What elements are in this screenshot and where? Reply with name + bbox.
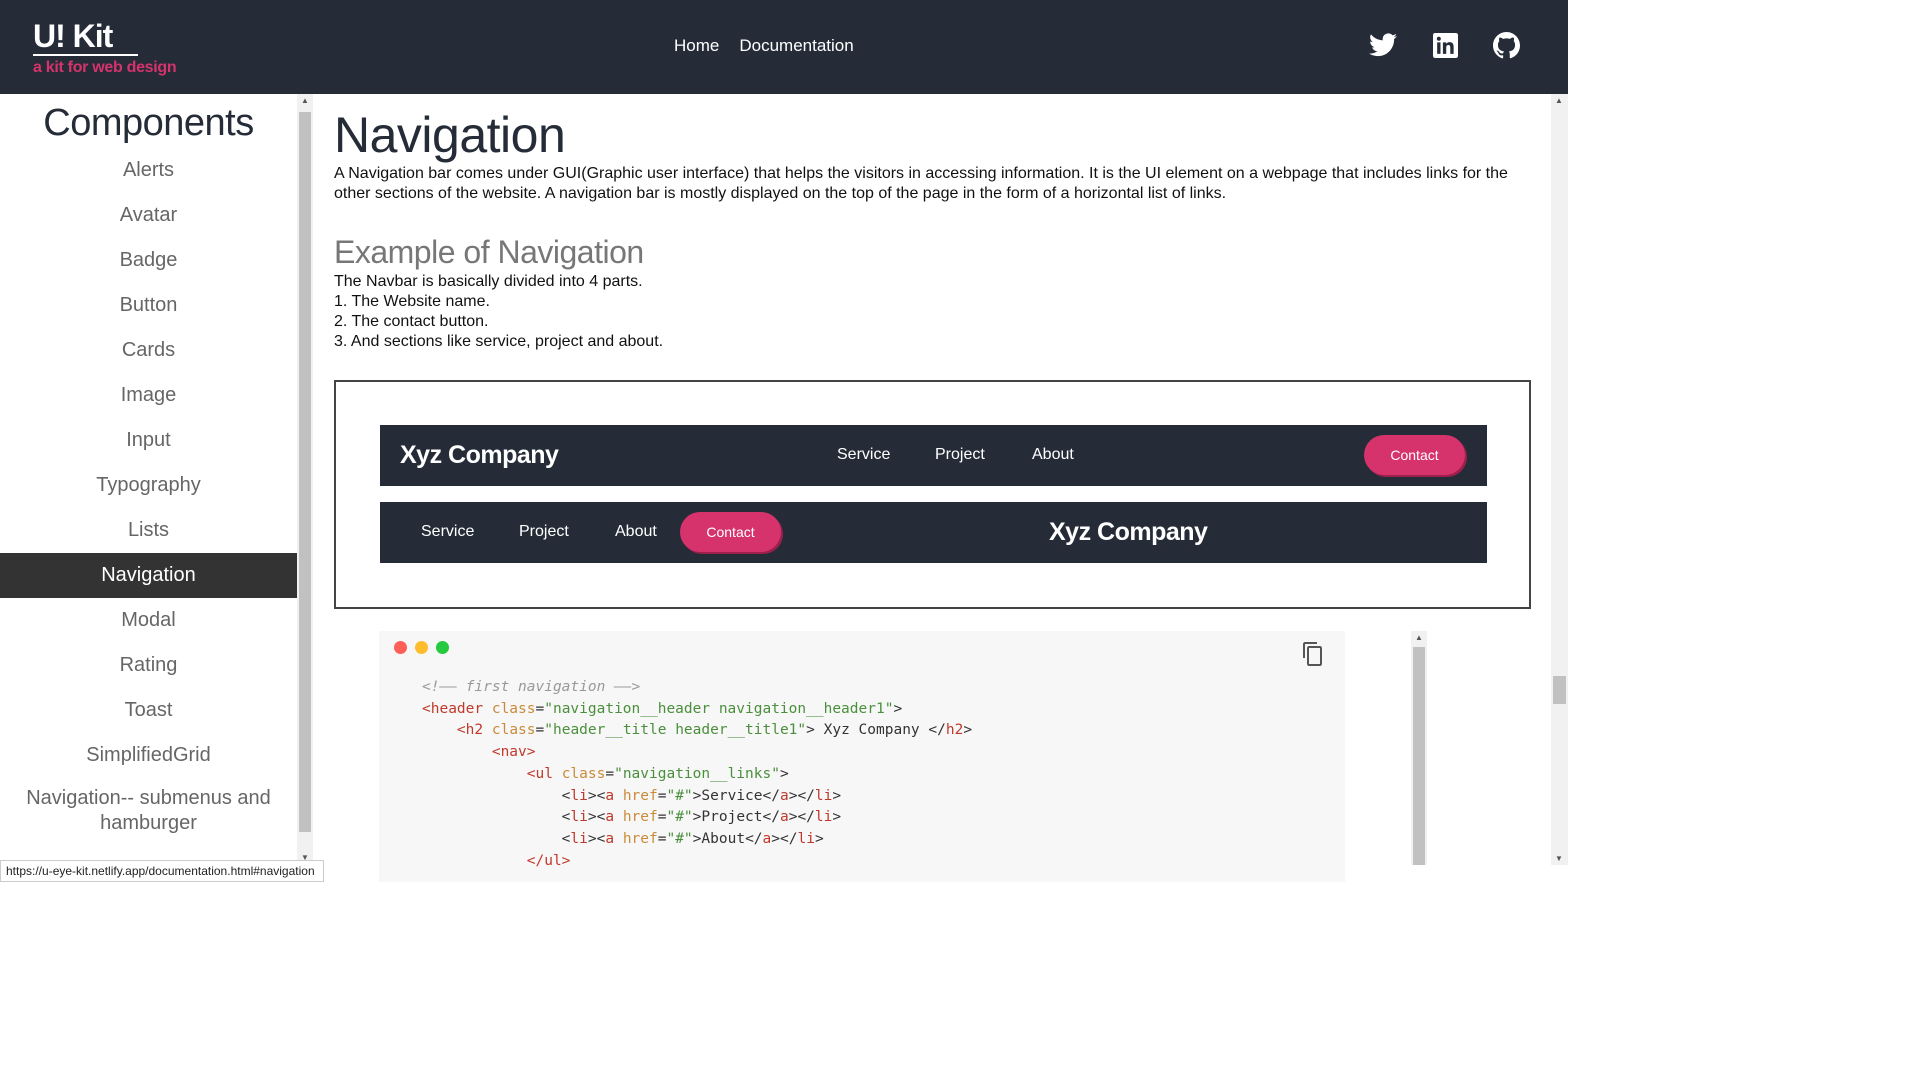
linkedin-icon[interactable]	[1433, 33, 1458, 58]
code-token: </ul>	[526, 852, 571, 869]
code-token: Service	[701, 787, 763, 804]
code-token: <ul	[526, 765, 553, 782]
code-token: "navigation__header navigation__header1"	[544, 700, 894, 717]
demo-company-name[interactable]: Xyz Company	[400, 440, 559, 470]
brand-title: U! Kit	[33, 18, 139, 56]
scroll-up-arrow-icon[interactable]: ▲	[301, 96, 309, 105]
sidebar-item-simplifiedgrid[interactable]: SimplifiedGrid	[0, 733, 297, 778]
sidebar-item-navigation[interactable]: Navigation	[0, 553, 297, 598]
brand-subtitle: a kit for web design	[33, 59, 177, 76]
code-token: class	[491, 722, 536, 739]
sidebar-item-rating[interactable]: Rating	[0, 643, 297, 688]
demo-link-service[interactable]: Service	[837, 445, 890, 465]
example-line: 2. The contact button.	[334, 313, 489, 330]
code-token: Xyz Company	[814, 722, 929, 739]
code-scroll-thumb[interactable]	[1413, 647, 1425, 865]
example-line: The Navbar is basically divided into 4 p…	[334, 273, 643, 290]
green-dot-icon	[436, 641, 449, 654]
sidebar-item-cards[interactable]: Cards	[0, 328, 297, 373]
sidebar-list: Alerts Avatar Badge Button Cards Image I…	[0, 148, 297, 838]
code-token: Project	[701, 809, 763, 826]
sidebar-item-lists[interactable]: Lists	[0, 508, 297, 553]
github-icon[interactable]	[1493, 32, 1520, 59]
code-block: <!–– first navigation ––> <header class=…	[379, 631, 1345, 882]
sidebar-title: Components	[43, 102, 254, 144]
sidebar-scrollbar[interactable]: ▲ ▼	[297, 94, 313, 864]
nav-documentation-link[interactable]: Documentation	[739, 36, 853, 56]
code-token: About	[701, 830, 746, 847]
demo-link-about[interactable]: About	[1032, 445, 1074, 465]
scroll-down-arrow-icon[interactable]: ▼	[1555, 854, 1563, 863]
page-scrollbar[interactable]: ▲ ▼	[1551, 94, 1568, 865]
scroll-up-arrow-icon[interactable]: ▲	[1415, 633, 1423, 642]
code-token: <nav>	[491, 744, 536, 761]
sidebar-item-input[interactable]: Input	[0, 418, 297, 463]
code-token: "navigation__links"	[614, 765, 780, 782]
code-token: class	[491, 700, 536, 717]
sidebar-item-image[interactable]: Image	[0, 373, 297, 418]
demo-link-about[interactable]: About	[615, 522, 657, 542]
demo-link-project[interactable]: Project	[935, 445, 985, 465]
sidebar-item-badge[interactable]: Badge	[0, 238, 297, 283]
example-heading: Example of Navigation	[334, 234, 644, 270]
page-title: Navigation	[334, 107, 566, 163]
demo-contact-button[interactable]: Contact	[1364, 435, 1465, 475]
brand[interactable]: U! Kit a kit for web design	[33, 18, 177, 78]
nav-home-link[interactable]: Home	[674, 36, 719, 56]
sidebar-item-alerts[interactable]: Alerts	[0, 148, 297, 193]
code-token: class	[561, 765, 606, 782]
sidebar: Components Alerts Avatar Badge Button Ca…	[0, 94, 297, 882]
sidebar-scroll-thumb[interactable]	[299, 112, 311, 832]
example-description: The Navbar is basically divided into 4 p…	[334, 272, 663, 352]
example-line: 3. And sections like service, project an…	[334, 333, 664, 350]
intro-paragraph: A Navigation bar comes under GUI(Graphic…	[334, 165, 1508, 202]
code-token: <header	[422, 700, 484, 717]
demo-contact-button[interactable]: Contact	[680, 512, 781, 552]
window-dots	[394, 641, 449, 654]
yellow-dot-icon	[415, 641, 428, 654]
demo-navbar-2: Service Project About Contact Xyz Compan…	[380, 502, 1487, 563]
demo-preview-box: Xyz Company Service Project About Contac…	[334, 380, 1531, 609]
top-nav: Home Documentation	[674, 36, 854, 56]
copy-icon[interactable]	[1301, 641, 1325, 667]
sidebar-item-navigation-submenus[interactable]: Navigation-- submenus and hamburger	[0, 778, 297, 838]
demo-company-name[interactable]: Xyz Company	[1049, 517, 1208, 547]
demo-link-project[interactable]: Project	[519, 522, 569, 542]
sidebar-item-modal[interactable]: Modal	[0, 598, 297, 643]
code-text: <!–– first navigation ––> <header class=…	[422, 679, 973, 869]
demo-navbar-1: Xyz Company Service Project About Contac…	[380, 425, 1487, 486]
demo-link-service[interactable]: Service	[421, 522, 474, 542]
sidebar-item-typography[interactable]: Typography	[0, 463, 297, 508]
code-scrollbar[interactable]: ▲	[1411, 631, 1427, 865]
page-scroll-thumb[interactable]	[1553, 676, 1566, 704]
code-token: "header__title header__title1"	[544, 722, 807, 739]
top-header: U! Kit a kit for web design Home Documen…	[0, 0, 1568, 94]
code-token: <h2	[456, 722, 484, 739]
twitter-icon[interactable]	[1369, 33, 1397, 57]
sidebar-item-button[interactable]: Button	[0, 283, 297, 328]
example-line: 1. The Website name.	[334, 293, 490, 310]
sidebar-item-avatar[interactable]: Avatar	[0, 193, 297, 238]
code-comment: <!–– first navigation ––>	[422, 679, 641, 695]
scroll-up-arrow-icon[interactable]: ▲	[1555, 96, 1563, 105]
red-dot-icon	[394, 641, 407, 654]
status-bar-url: https://u-eye-kit.netlify.app/documentat…	[0, 860, 324, 882]
sidebar-item-toast[interactable]: Toast	[0, 688, 297, 733]
